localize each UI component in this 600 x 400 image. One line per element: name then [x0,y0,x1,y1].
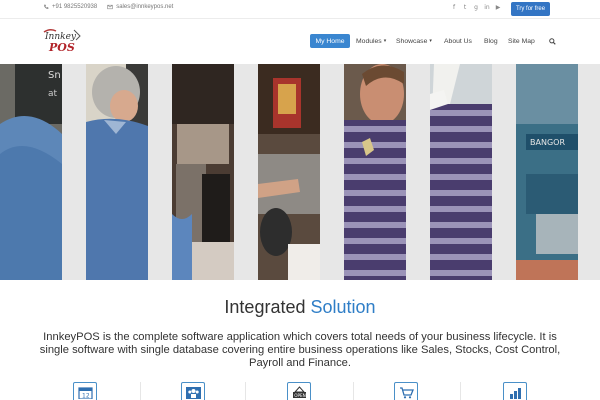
svg-text:BANGOR: BANGOR [530,138,565,147]
feature-users[interactable] [181,382,205,400]
hero-image-strip [172,64,234,280]
nav-label: My Home [315,37,345,45]
twitter-icon[interactable]: t [462,4,468,11]
hero-image-strip [430,64,492,280]
section-title: Integrated Solution [0,297,600,318]
section-description: InnkeyPOS is the complete software appli… [39,331,561,369]
facebook-icon[interactable]: f [451,4,457,11]
nav-about-us[interactable]: About Us [444,34,472,48]
envelope-icon [107,4,113,10]
feature-bar-chart[interactable] [503,382,527,400]
svg-text:POS: POS [48,41,75,54]
hero-image-strip [86,64,148,280]
nav-blog[interactable]: Blog [484,34,498,48]
section-title-plain: Integrated [224,297,306,317]
calendar-icon: 12 [78,387,93,400]
svg-text:OPEN: OPEN [294,393,306,398]
feature-divider [245,382,246,400]
try-for-free-button[interactable]: Try for free [511,2,550,16]
users-icon [186,387,201,399]
email-contact[interactable]: sales@innkeypos.net [107,4,173,10]
svg-text:at: at [48,89,58,99]
chevron-down-icon: ▾ [429,38,432,44]
hero-image-strip [258,64,320,280]
cart-icon [400,387,414,399]
nav-label: Blog [484,37,498,45]
google-plus-icon[interactable]: g [473,4,479,11]
hero-banner: Sn at BANGOR [0,64,600,280]
feature-divider [460,382,461,400]
phone-icon [44,4,49,9]
nav-modules[interactable]: Modules ▾ [356,34,386,48]
phone-number: +91 9825520938 [52,4,98,10]
nav-label: Modules [356,37,382,45]
site-header: Innkey POS My Home Modules ▾ Showcase ▾ … [0,19,600,63]
feature-cart[interactable] [394,382,418,400]
bar-chart-icon [510,388,521,399]
hero-image-strip: Sn at [0,64,62,280]
svg-text:12: 12 [82,393,90,400]
top-contact-bar: +91 9825520938 sales@innkeypos.net f t g… [0,0,600,19]
nav-my-home[interactable]: My Home [310,34,350,48]
feature-divider [353,382,354,400]
youtube-icon[interactable]: ▶ [495,4,501,11]
contact-info: +91 9825520938 sales@innkeypos.net [43,4,173,10]
open-sign-icon: OPEN [293,386,306,398]
nav-site-map[interactable]: Site Map [508,34,535,48]
linkedin-icon[interactable]: in [484,4,490,11]
nav-label: About Us [444,37,472,45]
feature-divider [140,382,141,400]
nav-showcase[interactable]: Showcase ▾ [396,34,432,48]
email-address: sales@innkeypos.net [116,4,174,10]
hero-image-strip: BANGOR [516,64,578,280]
innkeypos-logo[interactable]: Innkey POS [40,26,86,56]
search-icon[interactable] [549,38,556,45]
nav-label: Showcase [396,37,428,45]
nav-label: Site Map [508,37,535,45]
feature-open-sign[interactable]: OPEN [287,382,311,400]
chevron-down-icon: ▾ [383,38,387,44]
social-links: f t g in ▶ [451,4,501,11]
hero-image-strip [344,64,406,280]
phone-contact[interactable]: +91 9825520938 [43,4,97,10]
feature-calendar[interactable]: 12 [73,382,97,400]
svg-text:Sn: Sn [48,70,61,81]
section-title-accent: Solution [310,297,376,317]
